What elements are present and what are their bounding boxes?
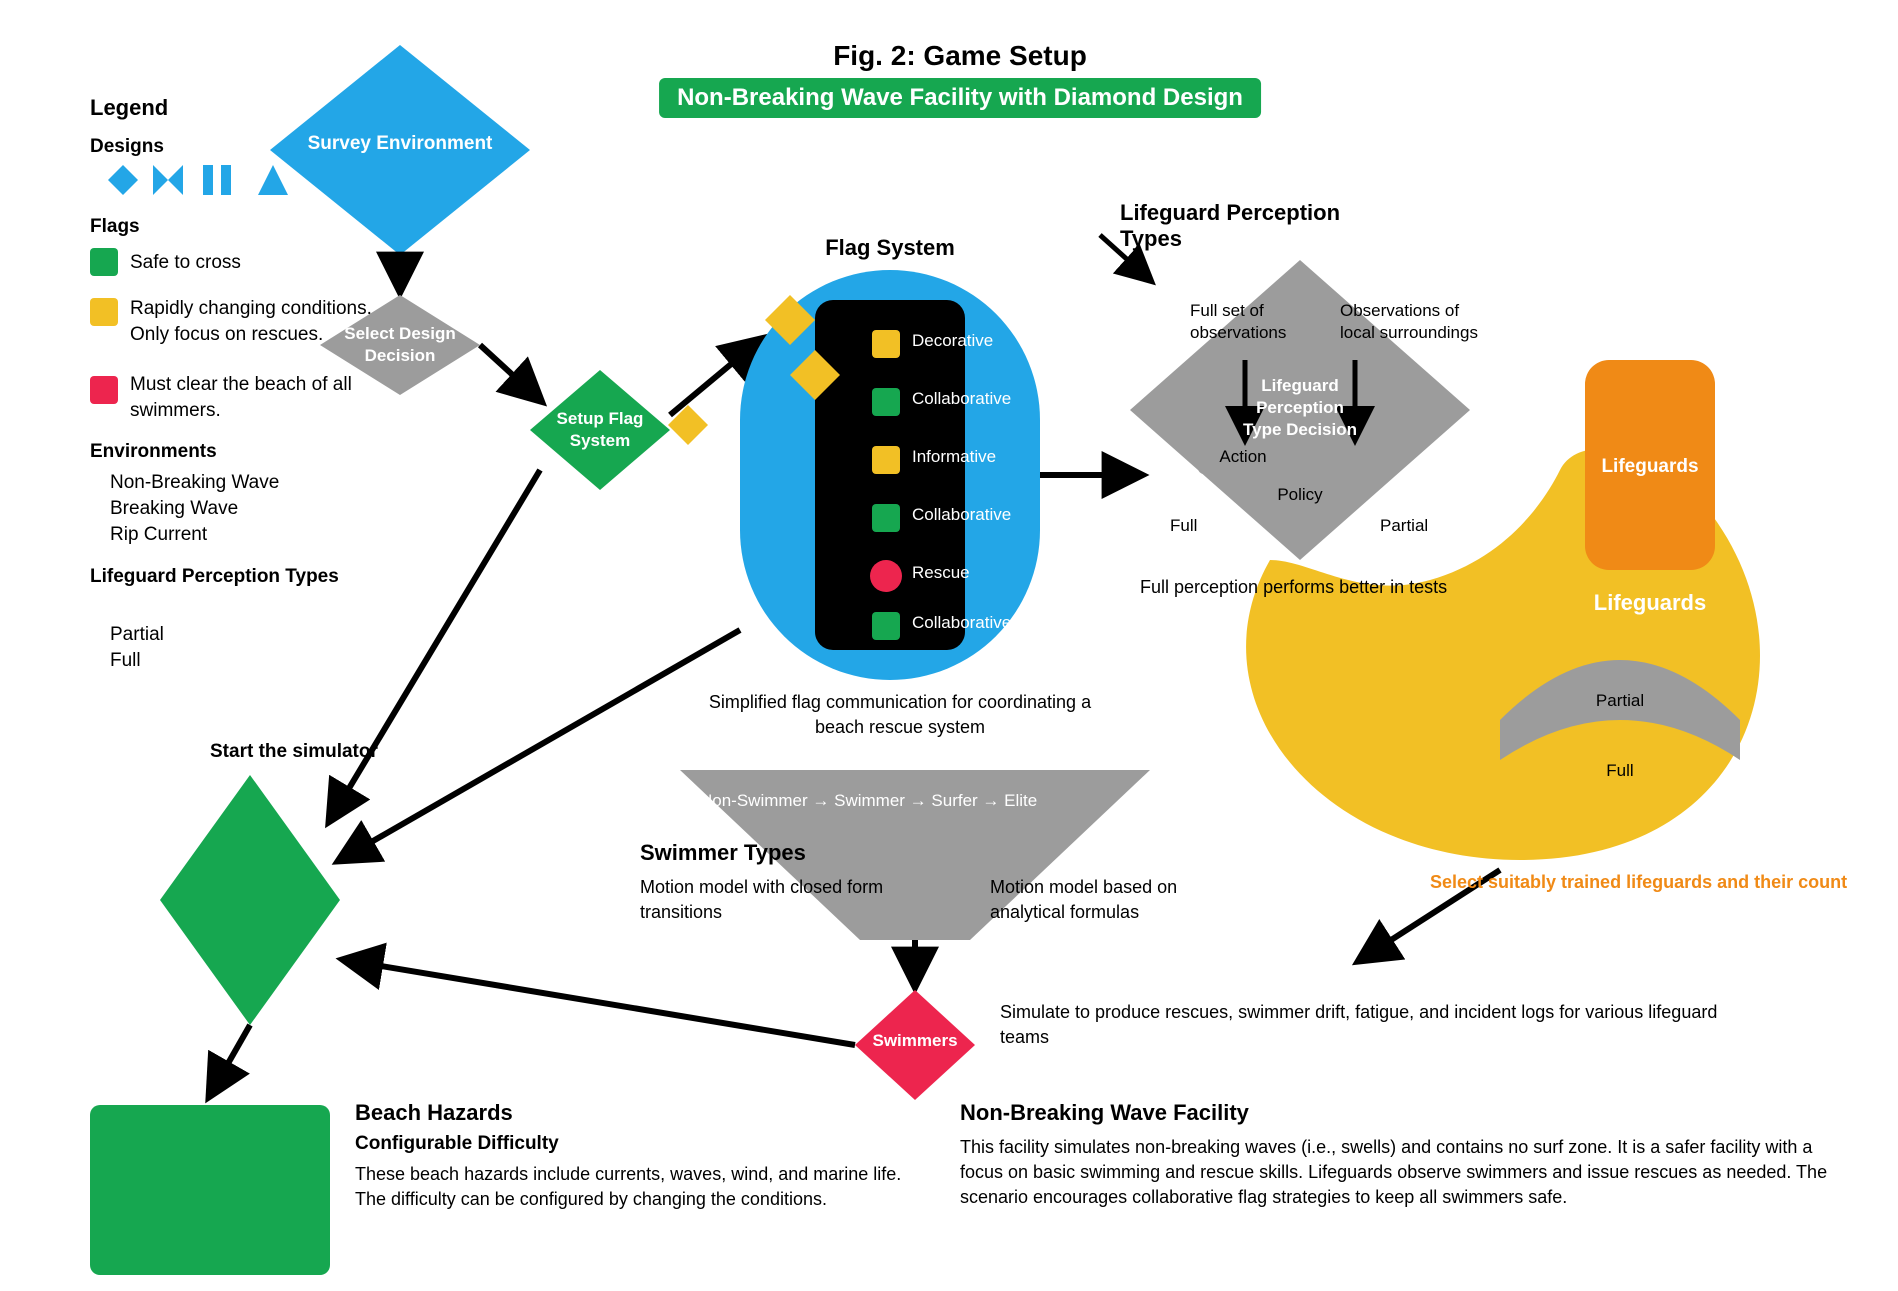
swimmers-note-b: Motion model based on analytical formula… [990,875,1250,925]
design-icons [108,165,288,195]
diagram-stage: Fig. 2: Game Setup Non-Breaking Wave Fac… [0,0,1898,1291]
flag-system-title: Flag System [825,235,955,261]
legend-lp-label: Lifeguard Perception Types [90,565,339,590]
legend-env-1: Breaking Wave [110,496,238,522]
legend-designs-label: Designs [90,135,164,160]
lifeguards-inner-partial: Partial [1596,690,1644,712]
flag-item-3: Collaborative [912,504,1011,526]
perception-note: Full perception performs better in tests [1140,575,1447,600]
legend-flag-red: Must clear the beach of all swimmers. [130,372,380,423]
sim-out: Simulate to produce rescues, swimmer dri… [1000,1000,1760,1050]
flag-system-note: Simplified flag communication for coordi… [700,690,1100,740]
setup-flag-label: Setup Flag System [557,408,644,452]
lifeguards-title: Lifeguards [1594,590,1706,616]
title-sub: Non-Breaking Wave Facility with Diamond … [659,78,1261,118]
diagram-svg [0,0,1898,1291]
facility-body: This facility simulates non-breaking wav… [960,1135,1860,1211]
swimmers-title: Swimmer Types [640,840,806,866]
legend-flags-label: Flags [90,215,140,240]
perception-action: Action [1219,446,1266,468]
flag-item-4: Rescue [912,562,970,584]
swimmers-note-a: Motion model with closed form transition… [640,875,900,925]
swimmers-flow: Non-Swimmer → Swimmer → Surfer → Elite [700,790,1037,812]
lifeguards-inner-full: Full [1606,760,1633,782]
title-main: Fig. 2: Game Setup [833,40,1087,72]
legend-flag-yellow: Rapidly changing conditions. Only focus … [130,296,380,347]
perception-partial-obs: Observations of local surroundings [1340,300,1490,344]
swimmers-lbl: Swimmers [872,1030,957,1052]
flag-item-5: Collaborative [912,612,1011,634]
hazards-title: Beach Hazards [355,1100,513,1126]
legend-env-label: Environments [90,440,217,465]
start-diamond [160,775,340,1025]
perception-full: Full [1170,515,1197,537]
legend-lp-0: Partial [110,622,164,648]
perception-partial: Partial [1380,515,1428,537]
design-decision-label: Select Design Decision [344,323,456,367]
hazards-note: Configurable Difficulty [355,1132,559,1157]
legend-env-2: Rip Current [110,522,207,548]
flag-item-1: Collaborative [912,388,1011,410]
hazards-block [90,1105,330,1275]
perception-types-title: Lifeguard Perception Types [1120,200,1400,252]
flag-item-0: Decorative [912,330,993,352]
flag-item-2: Informative [912,446,996,468]
perception-decision-label: Lifeguard Perception Type Decision [1243,375,1357,441]
facility-title: Non-Breaking Wave Facility [960,1100,1249,1126]
perception-full-obs: Full set of observations [1190,300,1310,344]
lifeguards-lbl: Lifeguards [1601,455,1698,480]
lifeguards-note: Select suitably trained lifeguards and t… [1430,870,1847,895]
legend-title: Legend [90,95,168,121]
legend-flag-green: Safe to cross [130,250,241,276]
legend-lp-1: Full [110,648,141,674]
perception-policy: Policy [1277,484,1322,506]
legend-env-0: Non-Breaking Wave [110,470,279,496]
hazards-body: These beach hazards include currents, wa… [355,1162,915,1212]
survey-env-label: Survey Environment [308,132,493,157]
start-label: Start the simulator [210,740,378,765]
